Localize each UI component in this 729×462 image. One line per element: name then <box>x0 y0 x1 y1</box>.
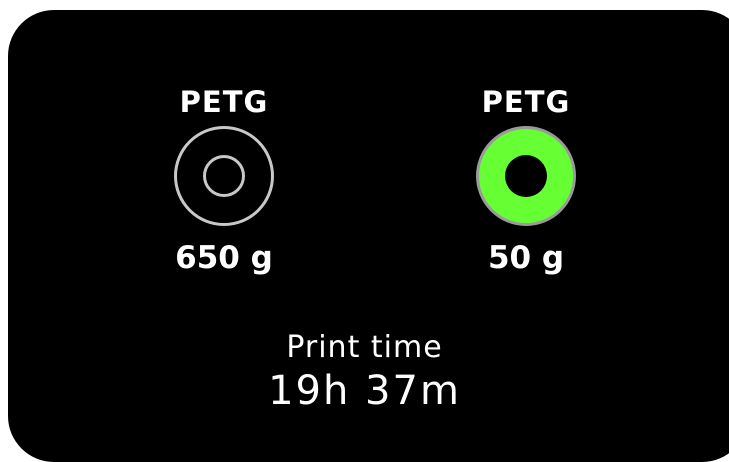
spool-weight-label: 650 g <box>175 240 273 276</box>
spool-hub <box>505 155 547 197</box>
print-time-value: 19h 37m <box>268 368 461 414</box>
spool-slot-1[interactable]: PETG 650 g <box>124 84 324 278</box>
spool-material-label: PETG <box>179 85 269 119</box>
spool-hub <box>203 155 245 197</box>
spool-slot-2[interactable]: PETG 50 g <box>426 84 626 278</box>
print-time-panel: Print time 19h 37m <box>0 330 729 414</box>
spool-icon <box>476 126 576 226</box>
spool-icon <box>174 126 274 226</box>
print-time-label: Print time <box>286 330 443 365</box>
spool-material-label: PETG <box>481 85 571 119</box>
spool-weight-label: 50 g <box>487 240 565 276</box>
